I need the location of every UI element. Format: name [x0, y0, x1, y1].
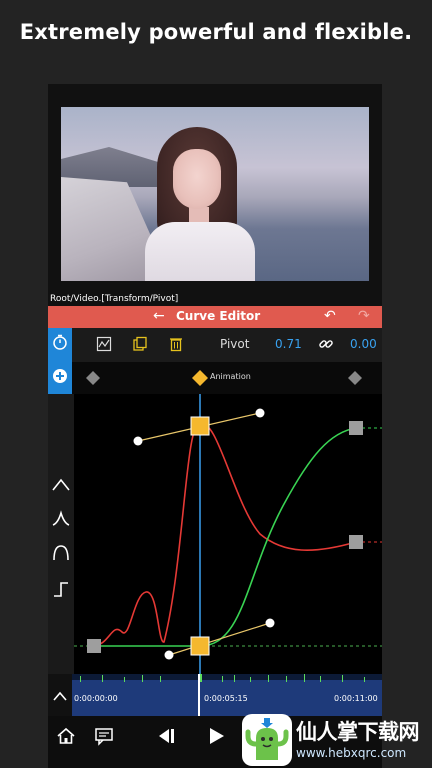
curve-toolbar: Pivot 0.71 0.00 — [72, 328, 382, 362]
curve-editor-title: Curve Editor — [176, 309, 261, 323]
copy-icon[interactable] — [132, 336, 148, 352]
tangent-handle[interactable] — [255, 408, 265, 418]
add-keyframe-icon[interactable] — [52, 368, 68, 384]
cactus-logo-icon — [242, 714, 292, 766]
app-screen: Root/Video.[Transform/Pivot] ← Curve Edi… — [48, 84, 382, 768]
curve-presets — [48, 394, 74, 674]
video-preview[interactable] — [61, 107, 369, 281]
step-icon[interactable] — [52, 580, 70, 598]
layer-path: Root/Video.[Transform/Pivot] — [50, 294, 179, 304]
keyframe-label: Animation — [210, 372, 251, 381]
preview-face — [173, 149, 221, 209]
stopwatch-icon[interactable] — [52, 334, 68, 350]
watermark-url: www.hebxqrc.com — [296, 746, 407, 760]
watermark-title: 仙人掌下载网 — [296, 720, 420, 744]
curve-graph[interactable] — [74, 394, 382, 674]
keyframe-prev[interactable] — [86, 371, 100, 385]
watermark: 仙人掌下载网 www.hebxqrc.com — [240, 712, 432, 768]
undo-icon[interactable]: ↶ — [324, 308, 336, 324]
trash-icon[interactable] — [168, 336, 184, 352]
ease-in-out-icon[interactable] — [52, 476, 70, 494]
time-start: 0:00:00:00 — [74, 694, 118, 703]
pivot-x-value[interactable]: 0.71 — [275, 337, 302, 351]
timeline-playhead[interactable] — [198, 674, 200, 716]
keyframe-point[interactable] — [87, 639, 101, 653]
time-current: 0:00:05:15 — [204, 694, 248, 703]
chevron-up-icon[interactable] — [53, 690, 67, 702]
side-panel — [48, 328, 72, 394]
back-arrow-icon[interactable]: ← — [153, 308, 165, 324]
property-label: Pivot — [220, 337, 250, 351]
graph-icon[interactable] — [96, 336, 112, 352]
red-curve[interactable] — [93, 423, 357, 647]
keyframe-point[interactable] — [349, 421, 363, 435]
ease-in-icon[interactable] — [52, 510, 70, 528]
keyframe-point[interactable] — [190, 416, 210, 436]
preview-body — [145, 222, 255, 281]
headline: Extremely powerful and flexible. — [19, 20, 413, 44]
tangent-bottom — [168, 622, 271, 656]
play-icon[interactable] — [206, 726, 226, 746]
tangent-handle[interactable] — [133, 436, 143, 446]
keyframe-next[interactable] — [348, 371, 362, 385]
audio-waveform — [80, 674, 365, 682]
ease-out-icon[interactable] — [52, 544, 70, 562]
pivot-y-value[interactable]: 0.00 — [350, 337, 377, 351]
tangent-handle[interactable] — [265, 618, 275, 628]
keyframe-row: Animation — [72, 362, 382, 394]
curve-editor-header: ← Curve Editor ↶ ↷ — [48, 306, 382, 328]
tangent-handle[interactable] — [164, 650, 174, 660]
previous-frame-icon[interactable] — [156, 726, 176, 746]
link-icon[interactable] — [318, 336, 334, 352]
timeline-toggle — [48, 674, 72, 716]
timeline[interactable]: 0:00:00:00 0:00:05:15 0:00:11:00 — [72, 674, 382, 716]
keyframe-point[interactable] — [190, 636, 210, 656]
time-end: 0:00:11:00 — [334, 694, 378, 703]
comment-icon[interactable] — [94, 726, 114, 746]
redo-icon[interactable]: ↷ — [358, 308, 370, 324]
home-icon[interactable] — [56, 726, 76, 746]
keyframe-current[interactable] — [192, 370, 208, 386]
keyframe-point[interactable] — [349, 535, 363, 549]
